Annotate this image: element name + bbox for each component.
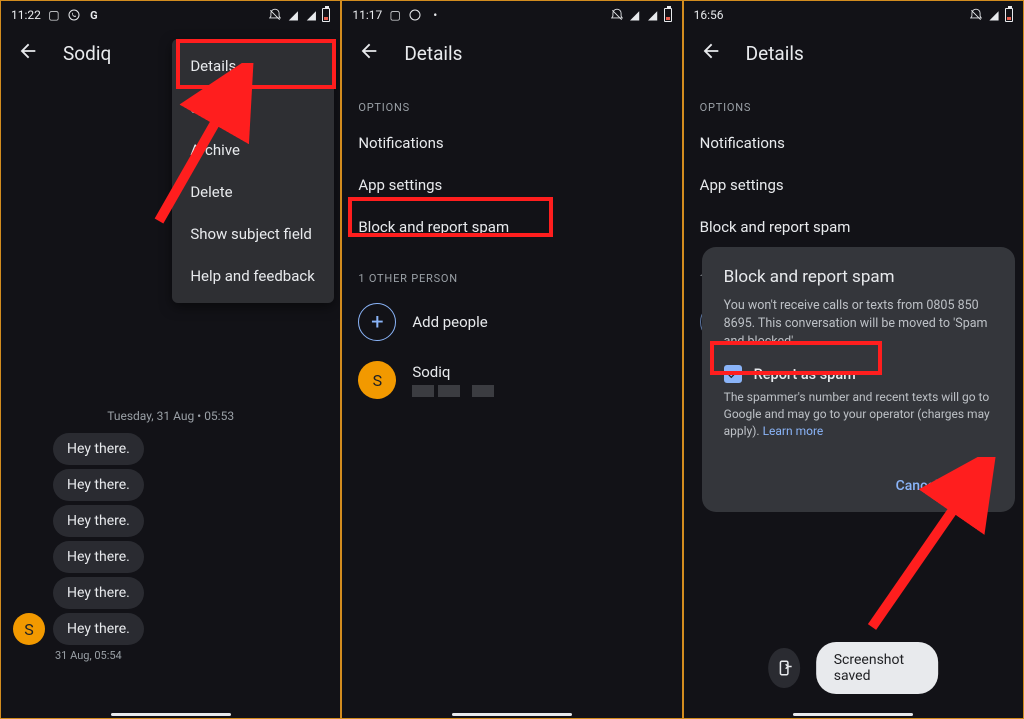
signal-icon: ◢: [987, 8, 1001, 22]
status-time: 16:56: [694, 8, 724, 22]
person-name: Sodiq: [412, 363, 494, 381]
wifi-icon: ◢: [628, 8, 642, 22]
chat-body: Tuesday, 31 Aug • 05:53 Hey there. Hey t…: [1, 409, 340, 719]
page-title: Details: [404, 42, 462, 65]
google-icon: G: [87, 8, 101, 22]
dialog-title: Block and report spam: [724, 267, 993, 287]
status-time: 11:17: [352, 8, 382, 22]
add-icon: +: [358, 303, 396, 341]
menu-archive[interactable]: Archive: [172, 129, 334, 171]
menu-delete[interactable]: Delete: [172, 171, 334, 213]
option-block-spam[interactable]: Block and report spam: [684, 206, 1023, 248]
nav-handle[interactable]: [452, 713, 572, 716]
contact-name[interactable]: Sodiq: [63, 42, 111, 65]
panel-dialog: 16:56 ◢ Details OPTIONS Notifications Ap…: [683, 0, 1024, 719]
menu-show-subject[interactable]: Show subject field: [172, 213, 334, 255]
app-bar: Details: [342, 29, 681, 77]
toast-text[interactable]: Screenshot saved: [816, 642, 938, 694]
dnd-icon: [969, 8, 983, 22]
menu-help[interactable]: Help and feedback: [172, 255, 334, 297]
back-button[interactable]: [358, 40, 380, 66]
section-people: 1 OTHER PERSON: [342, 248, 681, 293]
message-bubble[interactable]: Hey there.: [53, 577, 144, 609]
status-bar: 11:22 ▢ G ◢ ◢: [1, 1, 340, 29]
report-spam-row[interactable]: Report as spam: [724, 365, 993, 383]
back-button[interactable]: [17, 40, 39, 66]
status-bar: 16:56 ◢: [684, 1, 1023, 29]
add-people-label: Add people: [412, 313, 487, 331]
message-bubble[interactable]: Hey there.: [53, 541, 144, 573]
photo-icon: ▢: [47, 8, 61, 22]
panel-details: 11:17 ▢ • ◢ ◢ Details OPTIONS Notificati…: [341, 0, 682, 719]
avatar[interactable]: S: [13, 613, 45, 645]
add-people-row[interactable]: + Add people: [342, 293, 681, 351]
battery-icon: [664, 8, 672, 22]
phone-redacted: [412, 385, 494, 397]
report-spam-label: Report as spam: [754, 366, 856, 383]
wifi-icon: ◢: [286, 8, 300, 22]
signal-icon: ◢: [646, 8, 660, 22]
option-notifications[interactable]: Notifications: [342, 122, 681, 164]
nav-handle[interactable]: [111, 713, 231, 716]
dnd-icon: [268, 8, 282, 22]
cancel-button[interactable]: Cancel: [896, 478, 939, 494]
battery-icon: [1005, 8, 1013, 22]
back-button[interactable]: [700, 40, 722, 66]
dialog-body: You won't receive calls or texts from 08…: [724, 297, 993, 351]
share-icon[interactable]: [768, 648, 799, 688]
overflow-menu: Details Starred Archive Delete Show subj…: [172, 39, 334, 303]
block-spam-dialog: Block and report spam You won't receive …: [702, 247, 1015, 512]
menu-details[interactable]: Details: [172, 45, 334, 87]
section-options: OPTIONS: [684, 77, 1023, 122]
app-bar: Details: [684, 29, 1023, 77]
avatar: S: [358, 361, 396, 399]
photo-icon: ▢: [388, 8, 402, 22]
page-title: Details: [746, 42, 804, 65]
person-row[interactable]: S Sodiq: [342, 351, 681, 409]
message-bubble[interactable]: Hey there.: [53, 505, 144, 537]
status-time: 11:22: [11, 8, 41, 22]
section-options: OPTIONS: [342, 77, 681, 122]
date-stamp: Tuesday, 31 Aug • 05:53: [1, 409, 340, 423]
status-bar: 11:17 ▢ • ◢ ◢: [342, 1, 681, 29]
message-time: 31 Aug, 05:54: [1, 649, 340, 662]
message-bubble[interactable]: Hey there.: [53, 613, 144, 645]
menu-starred[interactable]: Starred: [172, 87, 334, 129]
learn-more-link[interactable]: Learn more: [763, 424, 824, 438]
signal-icon: ◢: [304, 8, 318, 22]
battery-icon: [322, 8, 330, 22]
ok-button[interactable]: OK: [966, 478, 985, 494]
dnd-icon: [610, 8, 624, 22]
option-app-settings[interactable]: App settings: [684, 164, 1023, 206]
checkbox-icon[interactable]: [724, 365, 742, 383]
option-block-spam[interactable]: Block and report spam: [342, 206, 681, 248]
message-bubble[interactable]: Hey there.: [53, 433, 144, 465]
option-notifications[interactable]: Notifications: [684, 122, 1023, 164]
dialog-fine-print: The spammer's number and recent texts wi…: [724, 389, 993, 439]
nav-handle[interactable]: [793, 713, 913, 716]
whatsapp-icon: [408, 8, 422, 22]
option-app-settings[interactable]: App settings: [342, 164, 681, 206]
panel-chat: 11:22 ▢ G ◢ ◢ Sodiq Tuesday, 31 Aug • 05…: [0, 0, 341, 719]
message-bubble[interactable]: Hey there.: [53, 469, 144, 501]
toast: Screenshot saved: [768, 642, 938, 694]
dot-icon: •: [428, 8, 442, 22]
whatsapp-icon: [67, 8, 81, 22]
